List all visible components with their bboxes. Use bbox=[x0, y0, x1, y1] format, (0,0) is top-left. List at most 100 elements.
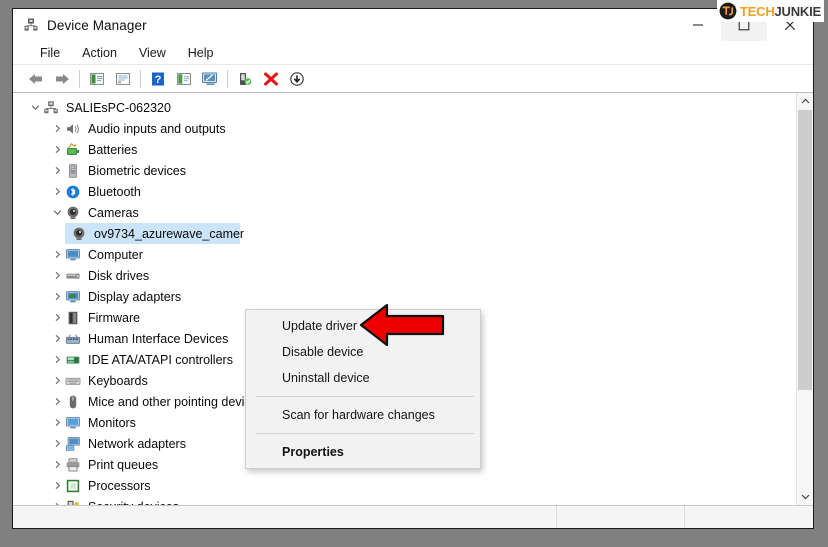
properties-icon[interactable] bbox=[84, 67, 110, 91]
back-arrow-icon[interactable] bbox=[23, 67, 49, 91]
chevron-right-icon[interactable] bbox=[49, 250, 65, 259]
context-menu[interactable]: Update driver Disable device Uninstall d… bbox=[245, 309, 481, 469]
tree-item-cameras[interactable]: Cameras bbox=[13, 202, 796, 223]
window-title: Device Manager bbox=[47, 17, 147, 33]
content-area: SALIEsPC-062320 Audio inputs and outputs bbox=[13, 93, 813, 505]
status-bar-pane-2 bbox=[557, 506, 685, 528]
chevron-right-icon[interactable] bbox=[49, 145, 65, 154]
tree-item-processors[interactable]: Processors bbox=[13, 475, 796, 496]
context-menu-item-properties[interactable]: Properties bbox=[246, 439, 480, 465]
scroll-up-arrow-icon[interactable] bbox=[797, 93, 813, 110]
processor-icon bbox=[65, 478, 83, 494]
enable-device-icon[interactable] bbox=[232, 67, 258, 91]
toolbar: ? bbox=[13, 65, 813, 93]
show-details-icon[interactable] bbox=[110, 67, 136, 91]
tree-root-node[interactable]: SALIEsPC-062320 bbox=[13, 97, 796, 118]
chevron-right-icon[interactable] bbox=[49, 166, 65, 175]
device-manager-icon bbox=[23, 17, 39, 33]
tree-item-security-devices[interactable]: Security devices bbox=[13, 496, 796, 505]
chevron-right-icon[interactable] bbox=[49, 334, 65, 343]
tree-item-label: Mice and other pointing devices bbox=[88, 394, 264, 409]
tree-item-computer[interactable]: Computer bbox=[13, 244, 796, 265]
tree-item-label: IDE ATA/ATAPI controllers bbox=[88, 352, 233, 367]
tree-item-display-adapters[interactable]: Display adapters bbox=[13, 286, 796, 307]
help-icon[interactable]: ? bbox=[145, 67, 171, 91]
context-menu-item-update-driver[interactable]: Update driver bbox=[246, 313, 480, 339]
chevron-right-icon[interactable] bbox=[49, 124, 65, 133]
chevron-right-icon[interactable] bbox=[49, 313, 65, 322]
menu-view[interactable]: View bbox=[128, 44, 177, 62]
monitor-icon bbox=[65, 247, 83, 263]
minimize-button[interactable] bbox=[675, 9, 721, 41]
bluetooth-icon bbox=[65, 184, 83, 200]
context-menu-separator bbox=[256, 396, 474, 397]
tree-item-biometric-devices[interactable]: Biometric devices bbox=[13, 160, 796, 181]
hid-icon bbox=[65, 331, 83, 347]
scroll-down-arrow-icon[interactable] bbox=[797, 488, 813, 505]
chevron-right-icon[interactable] bbox=[49, 481, 65, 490]
computer-root-icon bbox=[43, 100, 61, 116]
chevron-right-icon[interactable] bbox=[49, 376, 65, 385]
tree-item-label: Audio inputs and outputs bbox=[88, 121, 226, 136]
tree-item-bluetooth[interactable]: Bluetooth bbox=[13, 181, 796, 202]
tree-item-batteries[interactable]: Batteries bbox=[13, 139, 796, 160]
tree-item-ov9734-azurewave-camera[interactable]: ov9734_azurewave_camer bbox=[13, 223, 796, 244]
tree-item-label: Security devices bbox=[88, 500, 179, 506]
tree-item-label: Batteries bbox=[88, 142, 138, 157]
tree-item-label: Human Interface Devices bbox=[88, 331, 229, 346]
chevron-down-icon[interactable] bbox=[27, 103, 43, 112]
chevron-right-icon[interactable] bbox=[49, 502, 65, 505]
display-adapter-icon bbox=[65, 289, 83, 305]
chevron-right-icon[interactable] bbox=[49, 292, 65, 301]
tree-item-label: Print queues bbox=[88, 457, 159, 472]
biometric-icon bbox=[65, 163, 83, 179]
speaker-icon bbox=[65, 121, 83, 137]
tree-item-label: Processors bbox=[88, 478, 151, 493]
scrollbar-thumb[interactable] bbox=[798, 110, 812, 390]
mouse-icon bbox=[65, 394, 83, 410]
battery-icon bbox=[65, 142, 83, 158]
tree-root-label: SALIEsPC-062320 bbox=[66, 100, 171, 115]
tree-item-audio-inputs-and-outputs[interactable]: Audio inputs and outputs bbox=[13, 118, 796, 139]
menu-file[interactable]: File bbox=[29, 44, 71, 62]
chevron-right-icon[interactable] bbox=[49, 418, 65, 427]
update-driver-icon[interactable] bbox=[171, 67, 197, 91]
status-bar-pane-3 bbox=[685, 506, 813, 528]
security-device-icon bbox=[65, 499, 83, 505]
context-menu-item-disable-device[interactable]: Disable device bbox=[246, 339, 480, 365]
disk-drive-icon bbox=[65, 268, 83, 284]
toolbar-separator bbox=[227, 69, 228, 88]
chevron-right-icon[interactable] bbox=[49, 460, 65, 469]
scan-hardware-icon[interactable] bbox=[197, 67, 223, 91]
firmware-icon bbox=[65, 310, 83, 326]
tree-item-label: Cameras bbox=[88, 205, 139, 220]
tree-item-label: Monitors bbox=[88, 415, 136, 430]
tj-logo-icon bbox=[719, 2, 737, 20]
forward-arrow-icon[interactable] bbox=[49, 67, 75, 91]
uninstall-device-icon[interactable] bbox=[258, 67, 284, 91]
menu-action[interactable]: Action bbox=[71, 44, 128, 62]
tree-item-label: Disk drives bbox=[88, 268, 150, 283]
watermark-junkie-text: JUNKIE bbox=[774, 3, 822, 19]
chevron-right-icon[interactable] bbox=[49, 439, 65, 448]
chevron-down-icon[interactable] bbox=[49, 208, 65, 217]
context-menu-item-uninstall-device[interactable]: Uninstall device bbox=[246, 365, 480, 391]
tree-item-disk-drives[interactable]: Disk drives bbox=[13, 265, 796, 286]
vertical-scrollbar[interactable] bbox=[796, 93, 813, 505]
tree-item-label: Firmware bbox=[88, 310, 141, 325]
menu-help[interactable]: Help bbox=[177, 44, 225, 62]
tree-item-label: Network adapters bbox=[88, 436, 186, 451]
status-bar bbox=[13, 505, 813, 528]
disable-device-icon[interactable] bbox=[284, 67, 310, 91]
menu-bar: File Action View Help bbox=[13, 41, 813, 65]
scrollbar-track[interactable] bbox=[797, 110, 813, 488]
chevron-right-icon[interactable] bbox=[49, 355, 65, 364]
chevron-right-icon[interactable] bbox=[49, 187, 65, 196]
status-bar-main-pane bbox=[13, 506, 557, 528]
title-bar: Device Manager bbox=[13, 9, 813, 41]
chevron-right-icon[interactable] bbox=[49, 397, 65, 406]
tree-item-label: ov9734_azurewave_camer bbox=[94, 226, 245, 241]
svg-text:?: ? bbox=[155, 73, 162, 85]
context-menu-item-scan-for-hardware-changes[interactable]: Scan for hardware changes bbox=[246, 402, 480, 428]
chevron-right-icon[interactable] bbox=[49, 271, 65, 280]
